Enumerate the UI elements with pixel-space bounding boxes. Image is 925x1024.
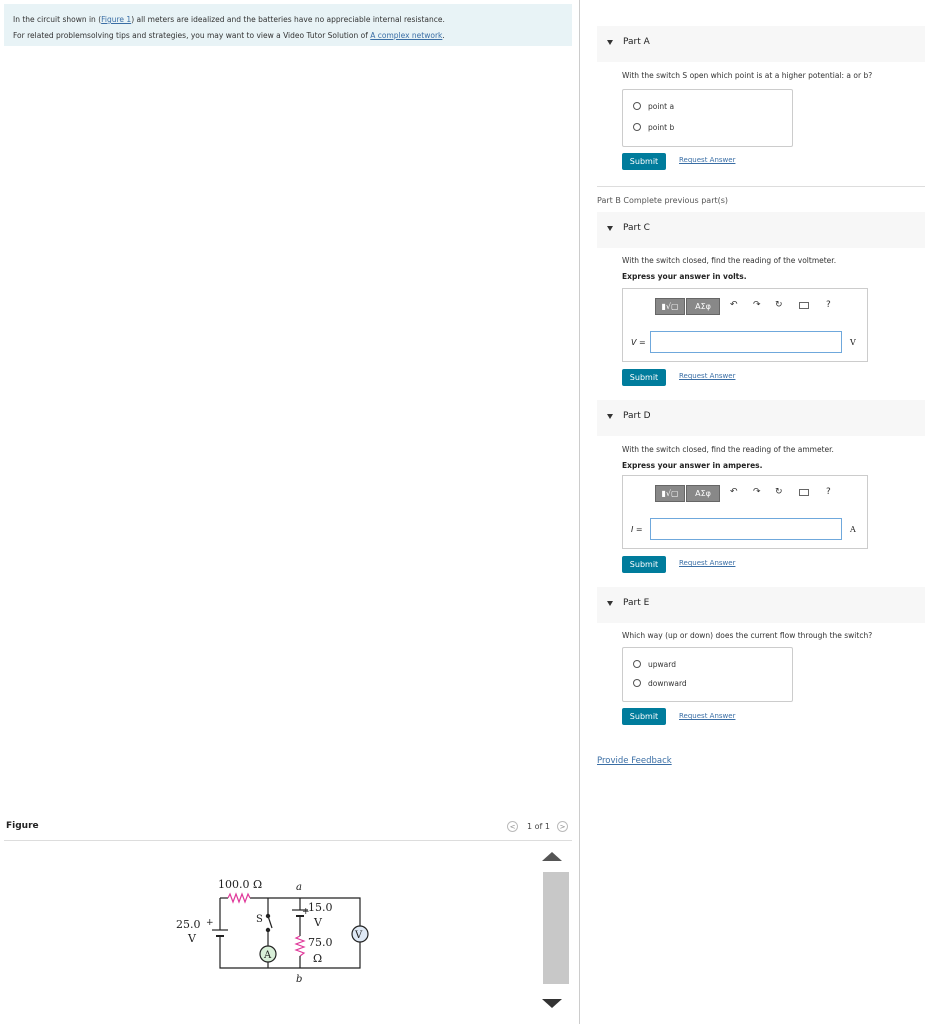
radio-icon[interactable] — [633, 660, 641, 668]
voltmeter-answer-input[interactable] — [650, 331, 842, 353]
undo-icon[interactable]: ↶ — [730, 300, 738, 310]
collapse-triangle-icon — [607, 40, 613, 45]
part-d-label: Part D — [623, 411, 651, 421]
undo-icon[interactable]: ↶ — [730, 487, 738, 497]
part-b-status: Part B Complete previous part(s) — [597, 196, 729, 205]
part-c-request-answer[interactable]: Request Answer — [679, 372, 735, 380]
redo-icon[interactable]: ↷ — [753, 487, 761, 497]
part-a-submit-button[interactable]: Submit — [622, 153, 666, 170]
reset-icon[interactable]: ↻ — [775, 300, 783, 310]
intro-text: For related problemsolving tips and stra… — [13, 31, 371, 40]
redo-icon[interactable]: ↷ — [753, 300, 761, 310]
battery2-value: 15.0 — [308, 901, 333, 914]
part-e-header[interactable]: Part E — [597, 587, 925, 623]
node-a-label: a — [296, 882, 302, 893]
option-upward[interactable]: upward — [633, 660, 676, 669]
voltmeter-label: V — [354, 930, 363, 941]
radio-icon[interactable] — [633, 102, 641, 110]
part-c-submit-button[interactable]: Submit — [622, 369, 666, 386]
part-e-options: upward downward — [622, 647, 793, 702]
figure-divider — [4, 840, 572, 841]
intro-text: ) all meters are idealized and the batte… — [131, 15, 445, 24]
figure-link[interactable]: Figure 1 — [101, 15, 131, 24]
reset-icon[interactable]: ↻ — [775, 487, 783, 497]
option-point-a[interactable]: point a — [633, 102, 674, 111]
templates-button[interactable]: ▮√▢ — [655, 485, 685, 502]
help-icon[interactable]: ? — [826, 487, 831, 497]
ammeter-answer-input[interactable] — [650, 518, 842, 540]
option-downward[interactable]: downward — [633, 679, 687, 688]
switch-label: S — [256, 914, 263, 925]
collapse-triangle-icon — [607, 414, 613, 419]
templates-button[interactable]: ▮√▢ — [655, 298, 685, 315]
radio-icon[interactable] — [633, 679, 641, 687]
section-divider — [597, 186, 925, 187]
variable-label: I = — [631, 525, 643, 534]
collapse-triangle-icon — [607, 601, 613, 606]
figure-scrollbar[interactable] — [543, 872, 569, 984]
keyboard-icon[interactable] — [799, 302, 809, 309]
scroll-down-icon[interactable] — [542, 999, 562, 1008]
part-c-instruction: Express your answer in volts. — [622, 272, 747, 281]
battery1-value: 25.0 — [176, 918, 201, 931]
prev-figure-button[interactable]: < — [507, 821, 518, 832]
part-a-request-answer[interactable]: Request Answer — [679, 156, 735, 164]
variable-label: V = — [631, 338, 646, 347]
resistor-100-label: 100.0 Ω — [218, 878, 262, 891]
battery2-unit: V — [313, 916, 323, 929]
part-e-question: Which way (up or down) does the current … — [622, 631, 873, 640]
keyboard-icon[interactable] — [799, 489, 809, 496]
part-a-question: With the switch S open which point is at… — [622, 71, 873, 80]
greek-symbols-button[interactable]: ΑΣφ — [686, 485, 720, 502]
resistor-75-unit: Ω — [313, 952, 322, 965]
part-d-request-answer[interactable]: Request Answer — [679, 559, 735, 567]
collapse-triangle-icon — [607, 226, 613, 231]
part-e-label: Part E — [623, 598, 650, 608]
circuit-diagram: 100.0 Ω a 25.0 + V S A + 15.0 V 75.0 Ω b… — [176, 878, 369, 985]
resistor-75-value: 75.0 — [308, 936, 333, 949]
figure-pager: 1 of 1 — [527, 822, 550, 831]
unit-label: A — [850, 525, 856, 534]
help-icon[interactable]: ? — [826, 300, 831, 310]
part-d-header[interactable]: Part D — [597, 400, 925, 436]
part-a-options: point a point b — [622, 89, 793, 147]
intro-text: In the circuit shown in ( — [13, 15, 102, 24]
part-c-header[interactable]: Part C — [597, 212, 925, 248]
part-a-label: Part A — [623, 37, 650, 47]
part-a-header[interactable]: Part A — [597, 26, 925, 62]
greek-symbols-button[interactable]: ΑΣφ — [686, 298, 720, 315]
part-c-answer-box: ▮√▢ ΑΣφ ↶ ↷ ↻ ? V = V — [622, 288, 868, 362]
video-tutor-link[interactable]: A complex network — [370, 31, 442, 40]
battery1-plus: + — [206, 918, 214, 928]
part-d-submit-button[interactable]: Submit — [622, 556, 666, 573]
scroll-up-icon[interactable] — [542, 852, 562, 861]
radio-icon[interactable] — [633, 123, 641, 131]
ammeter-label: A — [263, 950, 272, 961]
panel-divider — [579, 0, 580, 1024]
part-d-instruction: Express your answer in amperes. — [622, 461, 763, 470]
part-d-answer-box: ▮√▢ ΑΣφ ↶ ↷ ↻ ? I = A — [622, 475, 868, 549]
part-c-label: Part C — [623, 223, 650, 233]
node-b-label: b — [296, 974, 302, 985]
provide-feedback-link[interactable]: Provide Feedback — [597, 756, 672, 766]
unit-label: V — [850, 338, 856, 347]
part-c-question: With the switch closed, find the reading… — [622, 256, 837, 265]
option-point-b[interactable]: point b — [633, 123, 674, 132]
figure-heading: Figure — [6, 821, 39, 831]
problem-intro: In the circuit shown in (Figure 1) all m… — [4, 4, 572, 46]
resistor-100 — [227, 892, 251, 904]
intro-text: . — [442, 31, 445, 40]
part-d-question: With the switch closed, find the reading… — [622, 445, 834, 454]
next-figure-button[interactable]: > — [557, 821, 568, 832]
part-e-request-answer[interactable]: Request Answer — [679, 712, 735, 720]
part-e-submit-button[interactable]: Submit — [622, 708, 666, 725]
battery1-unit: V — [187, 932, 197, 945]
